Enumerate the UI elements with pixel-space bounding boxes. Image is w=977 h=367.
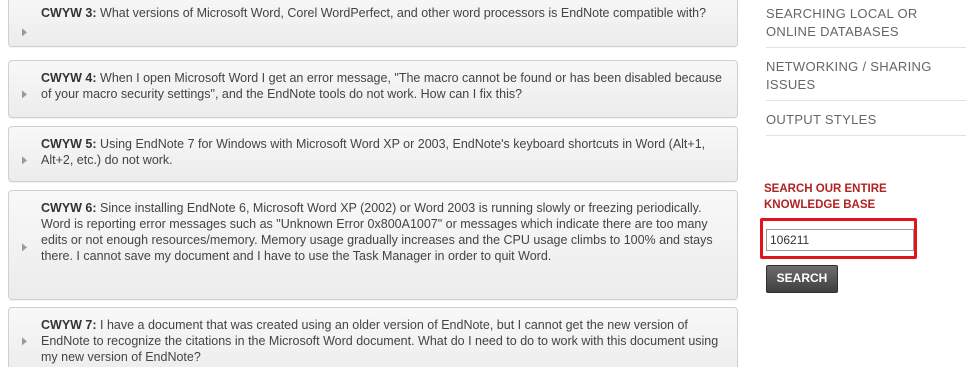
nav-item-output-styles[interactable]: OUTPUT STYLES — [766, 111, 966, 136]
nav-item-searching-databases[interactable]: SEARCHING LOCAL OR ONLINE DATABASES — [766, 5, 966, 48]
faq-label: CWYW 7: — [41, 318, 97, 332]
sidebar: SEARCHING LOCAL OR ONLINE DATABASES NETW… — [748, 0, 977, 367]
faq-item-cwyw-3[interactable]: CWYW 3: What versions of Microsoft Word,… — [8, 0, 738, 47]
faq-label: CWYW 6: — [41, 201, 97, 215]
faq-item-cwyw-7[interactable]: CWYW 7: I have a document that was creat… — [8, 307, 738, 367]
expand-arrow-icon — [22, 156, 27, 165]
faq-label: CWYW 5: — [41, 137, 97, 151]
search-button[interactable]: SEARCH — [766, 265, 838, 293]
faq-text: I have a document that was created using… — [41, 318, 719, 364]
faq-item-cwyw-5[interactable]: CWYW 5: Using EndNote 7 for Windows with… — [8, 126, 738, 182]
expand-arrow-icon — [22, 90, 27, 99]
faq-text: Since installing EndNote 6, Microsoft Wo… — [41, 201, 713, 263]
faq-text: When I open Microsoft Word I get an erro… — [41, 71, 722, 101]
faq-text: What versions of Microsoft Word, Corel W… — [96, 6, 707, 20]
faq-question: CWYW 5: Using EndNote 7 for Windows with… — [41, 136, 723, 168]
faq-question: CWYW 3: What versions of Microsoft Word,… — [41, 5, 723, 21]
faq-label: CWYW 4: — [41, 71, 97, 85]
search-section-title: SEARCH OUR ENTIRE KNOWLEDGE BASE — [764, 183, 887, 211]
faq-item-cwyw-6[interactable]: CWYW 6: Since installing EndNote 6, Micr… — [8, 190, 738, 300]
faq-question: CWYW 6: Since installing EndNote 6, Micr… — [41, 200, 723, 264]
faq-list: CWYW 3: What versions of Microsoft Word,… — [0, 0, 740, 367]
expand-arrow-icon — [22, 337, 27, 346]
search-input[interactable] — [766, 229, 914, 251]
faq-item-cwyw-4[interactable]: CWYW 4: When I open Microsoft Word I get… — [8, 60, 738, 118]
nav-item-networking-sharing[interactable]: NETWORKING / SHARING ISSUES — [766, 58, 966, 101]
faq-question: CWYW 4: When I open Microsoft Word I get… — [41, 70, 723, 102]
expand-arrow-icon — [22, 243, 27, 252]
faq-text: Using EndNote 7 for Windows with Microso… — [41, 137, 706, 167]
faq-label: CWYW 3: — [41, 6, 97, 20]
expand-arrow-icon — [22, 28, 27, 37]
faq-question: CWYW 7: I have a document that was creat… — [41, 317, 723, 365]
